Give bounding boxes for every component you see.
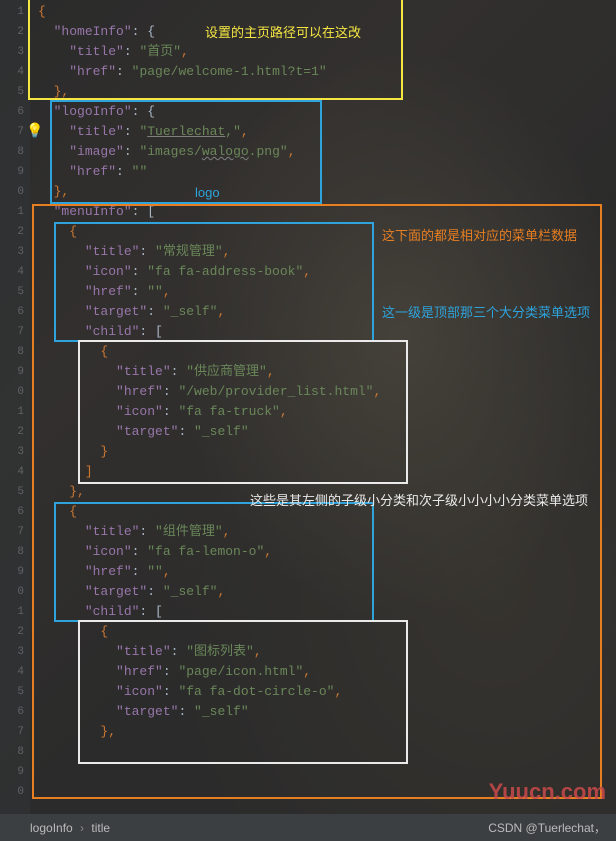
breadcrumb-item[interactable]: title xyxy=(91,821,110,835)
code-line: "icon": "fa fa-dot-circle-o", xyxy=(38,682,616,702)
code-line: "href": "", xyxy=(38,562,616,582)
code-editor[interactable]: 1234567890123456789012345678901234567890… xyxy=(0,0,616,814)
code-area[interactable]: 💡 { "homeInfo": { "title": "首页", "href":… xyxy=(30,0,616,814)
annotation-logo: logo xyxy=(195,185,220,200)
code-line: }, xyxy=(38,82,616,102)
code-line: }, xyxy=(38,182,616,202)
code-line: "logoInfo": { xyxy=(38,102,616,122)
code-line: "title": "Tuerlechat,", xyxy=(38,122,616,142)
code-line: "href": "page/welcome-1.html?t=1" xyxy=(38,62,616,82)
annotation-homeinfo: 设置的主页路径可以在这改 xyxy=(205,22,361,41)
annotation-level1: 这一级是顶部那三个大分类菜单选项 xyxy=(382,302,590,321)
chevron-right-icon: › xyxy=(80,821,84,835)
footer-right: CSDN @Tuerlechat， xyxy=(488,819,606,836)
code-line: "menuInfo": [ xyxy=(38,202,616,222)
code-line: }, xyxy=(38,722,616,742)
watermark: Yuucn.com xyxy=(489,779,606,805)
code-line: "href": "/web/provider_list.html", xyxy=(38,382,616,402)
code-line: "href": "", xyxy=(38,282,616,302)
annotation-child: 这些是其左侧的子级小分类和次子级小小小小分类菜单选项 xyxy=(250,490,588,509)
code-line: { xyxy=(38,622,616,642)
code-line: "icon": "fa fa-truck", xyxy=(38,402,616,422)
code-line: "icon": "fa fa-lemon-o", xyxy=(38,542,616,562)
code-line: "icon": "fa fa-address-book", xyxy=(38,262,616,282)
code-line: "child": [ xyxy=(38,602,616,622)
code-line: "target": "_self" xyxy=(38,422,616,442)
code-line: { xyxy=(38,2,616,22)
code-line: "target": "_self", xyxy=(38,582,616,602)
code-line: "title": "常规管理", xyxy=(38,242,616,262)
intention-bulb-icon[interactable]: 💡 xyxy=(26,123,40,137)
code-line: "title": "组件管理", xyxy=(38,522,616,542)
annotation-menuinfo: 这下面的都是相对应的菜单栏数据 xyxy=(382,225,577,244)
code-line: "child": [ xyxy=(38,322,616,342)
status-bar: logoInfo › title CSDN @Tuerlechat， xyxy=(0,814,616,841)
code-line: { xyxy=(38,342,616,362)
code-line: "href": "page/icon.html", xyxy=(38,662,616,682)
code-line: ] xyxy=(38,462,616,482)
breadcrumb[interactable]: logoInfo › title xyxy=(30,821,110,835)
breadcrumb-item[interactable]: logoInfo xyxy=(30,821,73,835)
code-line: "target": "_self" xyxy=(38,702,616,722)
code-line: "href": "" xyxy=(38,162,616,182)
code-line: } xyxy=(38,442,616,462)
code-line: "image": "images/walogo.png", xyxy=(38,142,616,162)
code-line: "title": "供应商管理", xyxy=(38,362,616,382)
code-line: "title": "首页", xyxy=(38,42,616,62)
code-line: "title": "图标列表", xyxy=(38,642,616,662)
